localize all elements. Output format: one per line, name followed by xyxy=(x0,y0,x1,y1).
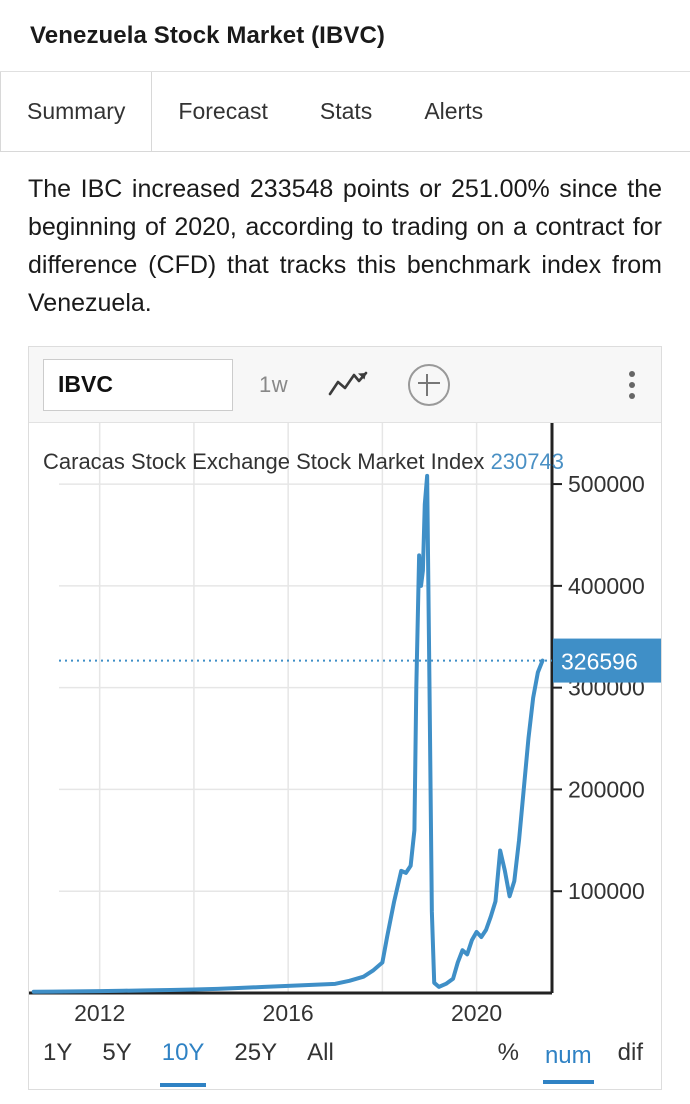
svg-text:500000: 500000 xyxy=(568,471,645,497)
scale-controls: % num dif xyxy=(472,1039,647,1084)
scale-percent[interactable]: % xyxy=(498,1039,519,1073)
range-25y[interactable]: 25Y xyxy=(234,1039,277,1073)
symbol-input[interactable]: IBVC xyxy=(43,358,233,411)
kebab-menu-icon[interactable] xyxy=(629,370,635,399)
tab-forecast[interactable]: Forecast xyxy=(152,72,293,151)
page-header: Venezuela Stock Market (IBVC) xyxy=(0,0,690,72)
line-chart-icon[interactable] xyxy=(328,370,368,400)
chart-title-text: Caracas Stock Exchange Stock Market Inde… xyxy=(43,449,485,474)
chart-card: IBVC 1w Caracas Stock Exchange Stock Mar… xyxy=(28,346,662,1090)
svg-text:100000: 100000 xyxy=(568,878,645,904)
chart-plot-area: Caracas Stock Exchange Stock Market Inde… xyxy=(29,423,661,1023)
y-axis-ticks: 100000200000300000400000500000 xyxy=(552,471,645,904)
svg-text:2012: 2012 xyxy=(74,1000,125,1023)
tab-stats[interactable]: Stats xyxy=(294,72,398,151)
chart-svg[interactable]: 100000200000300000400000500000 326596 20… xyxy=(29,423,661,1023)
svg-text:200000: 200000 xyxy=(568,776,645,802)
scale-num[interactable]: num xyxy=(542,1042,594,1084)
svg-text:2016: 2016 xyxy=(263,1000,314,1023)
range-10y[interactable]: 10Y xyxy=(159,1039,207,1087)
tab-bar: Summary Forecast Stats Alerts xyxy=(0,72,690,152)
plus-circle-icon[interactable] xyxy=(408,363,451,406)
tab-alerts[interactable]: Alerts xyxy=(398,72,509,151)
page-root: Venezuela Stock Market (IBVC) Summary Fo… xyxy=(0,0,690,1104)
last-value-marker: 326596 xyxy=(59,638,661,683)
chart-title-value: 230743 xyxy=(490,449,564,474)
range-all[interactable]: All xyxy=(307,1039,334,1073)
interval-selector[interactable]: 1w xyxy=(259,372,288,398)
tab-summary[interactable]: Summary xyxy=(0,72,153,151)
x-axis-ticks: 2012 2016 2020 xyxy=(74,1000,502,1023)
page-title: Venezuela Stock Market (IBVC) xyxy=(30,21,386,49)
chart-gridlines xyxy=(59,423,552,993)
chart-title: Caracas Stock Exchange Stock Market Inde… xyxy=(43,449,564,475)
svg-text:400000: 400000 xyxy=(568,573,645,599)
svg-text:2020: 2020 xyxy=(451,1000,502,1023)
range-5y[interactable]: 5Y xyxy=(102,1039,131,1073)
range-controls: 1Y 5Y 10Y 25Y All % num dif xyxy=(29,1023,661,1089)
range-1y[interactable]: 1Y xyxy=(43,1039,72,1073)
svg-text:326596: 326596 xyxy=(561,649,638,675)
scale-dif[interactable]: dif xyxy=(618,1039,643,1073)
summary-paragraph: The IBC increased 233548 points or 251.0… xyxy=(28,175,662,317)
chart-toolbar: IBVC 1w xyxy=(29,347,661,423)
